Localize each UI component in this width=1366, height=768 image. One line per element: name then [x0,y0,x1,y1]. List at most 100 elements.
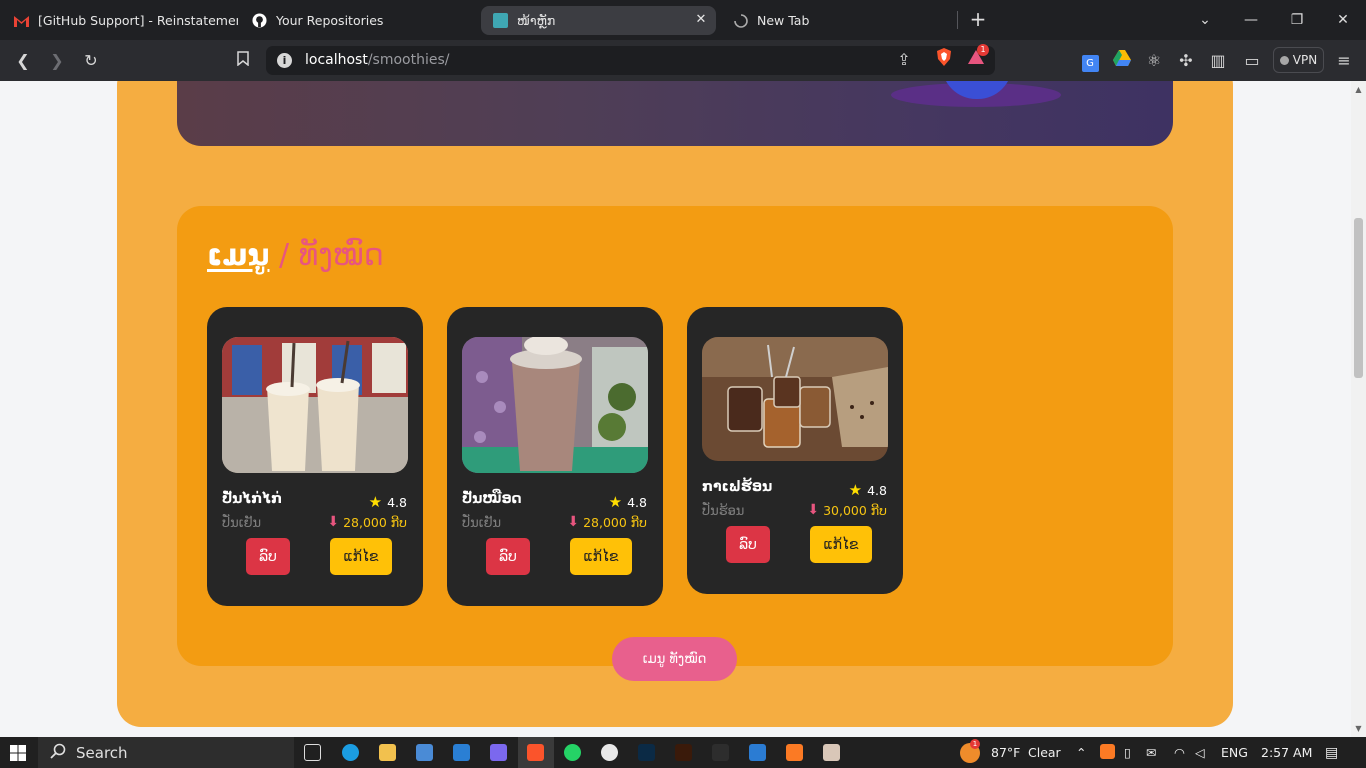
site-info-icon[interactable]: i [277,53,292,68]
close-window-button[interactable]: ✕ [1332,9,1354,31]
view-all-menu-button[interactable]: ເມນູ ທັງໝົດ [612,637,737,681]
vpn-button[interactable]: VPN [1273,47,1324,73]
xampp-icon[interactable] [786,744,803,761]
address-bar[interactable]: i localhost/smoothies/ ⇪ 1 [266,44,995,75]
photoshop-icon[interactable] [638,744,655,761]
wifi-icon[interactable]: ◠ [1174,745,1185,760]
react-devtools-icon[interactable]: ⚛ [1142,49,1166,73]
delete-button[interactable]: ລົບ [726,526,770,563]
edit-button[interactable]: ແກ້ໄຂ [330,538,392,575]
scroll-thumb[interactable] [1354,218,1363,378]
copilot-icon[interactable] [490,744,507,761]
menu-card: ປັ່ນໝືອດ ປັ່ນເຢັນ ★ 4.8 ⬇ 28,000 ກີບ ລົບ ແ… [447,307,663,606]
edit-button[interactable]: ແກ້ໄຂ [570,538,632,575]
brave-taskbar-active[interactable] [518,737,554,768]
browser-toolbar: ❮ ❯ ↻ i localhost/smoothies/ ⇪ 1 G ⚛ ✣ ▥… [0,40,1366,81]
search-label: Search [76,743,128,762]
title-all: ທັງໝົດ [298,238,384,273]
brave-icon [527,744,544,761]
store-icon[interactable] [416,744,433,761]
windows-start-icon[interactable] [10,745,26,765]
product-image [702,337,888,461]
tab-search-chevron-icon[interactable]: ⌄ [1194,9,1216,31]
android-studio-icon[interactable] [712,744,729,761]
scroll-up-icon[interactable]: ▲ [1354,85,1363,94]
whatsapp-icon[interactable] [564,744,581,761]
brave-shields-icon[interactable] [932,48,956,72]
mail-icon[interactable] [453,744,470,761]
weather-condition: Clear [1028,745,1061,760]
tab-home-active[interactable]: ໜ້າຫຼັກ ✕ [481,6,716,35]
forward-icon[interactable]: ❯ [45,49,69,73]
wallet-icon[interactable]: ▭ [1240,49,1264,73]
tab-your-repositories[interactable]: Your Repositories [240,6,476,35]
illustrator-icon[interactable] [675,744,692,761]
product-image [222,337,408,473]
tray-device-icon[interactable]: ▯ [1124,745,1131,760]
tab-new-tab[interactable]: New Tab [721,6,956,35]
tab-title: Your Repositories [276,13,384,28]
section-title: ເມນູ / ທັງໝົດ [207,238,384,273]
whatsapp-web-icon[interactable] [601,744,618,761]
minimize-button[interactable]: — [1240,9,1262,31]
tray-chevron-icon[interactable]: ⌃ [1076,745,1086,760]
language-indicator[interactable]: ENG [1221,745,1248,760]
page-viewport: ເມນູ / ທັງໝົດ ປັ່ນໄກ່ໄກ່ ປັ່ນເຢັນ ★ 4.8 … [0,81,1351,737]
translate-extension-icon[interactable]: G [1078,49,1102,73]
bookmark-icon[interactable] [231,49,255,73]
restore-button[interactable]: ❐ [1286,9,1308,31]
product-name: ປັ່ນໝືອດ [462,491,522,507]
star-icon: ★ [848,481,863,499]
download-icon: ⬇ [327,514,340,530]
tray-ime-icon[interactable]: ✉ [1146,745,1156,760]
delete-button[interactable]: ລົບ [486,538,530,575]
tab-title: New Tab [757,13,810,28]
file-explorer-icon[interactable] [379,744,396,761]
product-name: ກາເຟຮ້ອນ [702,479,773,495]
edit-button[interactable]: ແກ້ໄຂ [810,526,872,563]
back-icon[interactable]: ❮ [11,49,35,73]
google-drive-icon[interactable] [1110,49,1134,73]
hero-banner [177,81,1173,146]
search-icon [50,743,66,763]
close-tab-icon[interactable]: ✕ [694,13,708,27]
product-category: ປັ່ນຮ້ອນ [702,504,745,519]
taskbar-search[interactable]: Search [38,737,294,768]
star-icon: ★ [608,493,623,511]
github-icon [252,13,267,28]
share-icon[interactable]: ⇪ [892,48,916,72]
url-text: localhost/smoothies/ [305,52,450,68]
new-tab-button[interactable]: + [968,8,988,30]
product-price: ⬇ 28,000 ກີບ [567,514,647,530]
product-category: ປັ່ນເຢັນ [222,516,262,531]
brave-rewards-icon[interactable]: 1 [964,44,989,72]
reload-icon[interactable]: ↻ [79,49,103,73]
weather-icon[interactable]: 1 [960,739,980,763]
product-category: ປັ່ນເຢັນ [462,516,502,531]
extensions-icon[interactable]: ✣ [1174,49,1198,73]
menu-icon[interactable]: ≡ [1332,49,1356,73]
title-menu[interactable]: ເມນູ [207,238,269,273]
task-view-icon[interactable] [304,744,321,761]
product-rating: ★ 4.8 [368,493,407,511]
volume-icon[interactable]: ◁ [1195,745,1205,760]
weather-temp: 87°F [991,745,1021,760]
gmail-icon [14,13,29,28]
clock[interactable]: 2:57 AM [1261,745,1312,760]
sidebar-icon[interactable]: ▥ [1206,49,1230,73]
tray-xampp-icon[interactable] [1100,744,1115,759]
product-rating: ★ 4.8 [608,493,647,511]
scroll-down-icon[interactable]: ▼ [1354,724,1363,733]
menu-panel: ເມນູ / ທັງໝົດ ປັ່ນໄກ່ໄກ່ ປັ່ນເຢັນ ★ 4.8 … [177,206,1173,666]
app-icon[interactable] [823,744,840,761]
vscode-icon[interactable] [749,744,766,761]
page-scrollbar[interactable]: ▲ ▼ [1351,81,1366,737]
download-icon: ⬇ [807,502,820,518]
notifications-icon[interactable]: ▤ [1325,745,1338,761]
delete-button[interactable]: ລົບ [246,538,290,575]
star-icon: ★ [368,493,383,511]
product-rating: ★ 4.8 [848,481,887,499]
product-image [462,337,648,473]
tab-github-support[interactable]: [GitHub Support] - Reinstatement Re [2,6,238,35]
edge-icon[interactable] [342,744,359,761]
